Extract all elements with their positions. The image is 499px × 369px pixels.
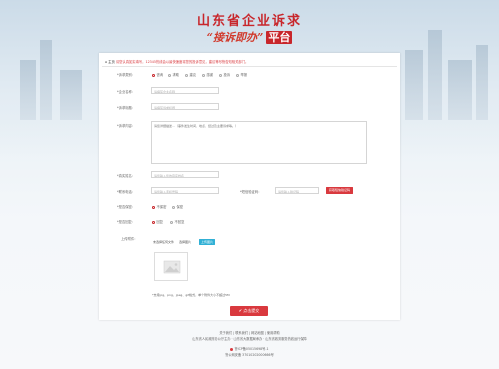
- radio-checked-icon: [152, 220, 155, 224]
- radio-icon: [168, 73, 171, 77]
- skyline-building: [448, 60, 472, 120]
- radio-icon: [219, 73, 222, 77]
- site-header: 山东省企业诉求 “接诉即办” 平台: [0, 10, 499, 45]
- reply-label: *是否回复：: [117, 220, 136, 224]
- public-option-no[interactable]: 不保密: [152, 204, 166, 209]
- type-option-report[interactable]: 举报: [236, 72, 247, 77]
- reply-option-no[interactable]: 不回复: [170, 219, 184, 224]
- skyline-building: [40, 40, 52, 120]
- type-option-help[interactable]: 求助: [168, 72, 179, 77]
- reply-option-yes[interactable]: 回复: [152, 219, 163, 224]
- company-input[interactable]: 请填写企业名称: [151, 87, 219, 94]
- image-placeholder-icon: [163, 260, 181, 274]
- type-option-thanks[interactable]: 感谢: [202, 72, 213, 77]
- radio-icon: [236, 73, 239, 77]
- name-input[interactable]: 请您输入您的真实姓名: [151, 171, 219, 178]
- type-option-suggest[interactable]: 建议: [185, 72, 196, 77]
- public-label: *是否保密：: [117, 205, 136, 209]
- header-title-slogan: “接诉即办”: [206, 31, 264, 44]
- phone-label: *联系电话：: [117, 190, 136, 194]
- sms-code-label: *短信验证码：: [240, 190, 262, 194]
- breadcrumb-notice: 请您认真如实填写，12345热线会以最快速度将您的投诉意见，建议等尽快告知相关部…: [115, 60, 249, 64]
- radio-checked-icon: [152, 73, 155, 77]
- upload-image-button[interactable]: 上传图片: [199, 239, 216, 245]
- subject-input[interactable]: 请填写诉求标题: [151, 103, 219, 110]
- content-label: *诉求内容：: [117, 124, 136, 128]
- type-option-complain[interactable]: 投诉: [219, 72, 230, 77]
- skyline-building: [476, 45, 488, 120]
- file-picker: 未选择任何文件 选择图片 上传图片: [153, 237, 221, 247]
- breadcrumb-home[interactable]: 主页: [108, 60, 115, 64]
- radio-icon: [185, 73, 188, 77]
- radio-icon: [172, 205, 175, 209]
- phone-input[interactable]: 请您输入手机号码: [151, 187, 219, 194]
- file-none-text: 未选择任何文件: [153, 240, 175, 244]
- type-option-consult[interactable]: 咨询: [152, 72, 163, 77]
- skyline-building: [405, 50, 423, 120]
- home-icon: ⌂: [105, 60, 108, 64]
- divider: [102, 66, 397, 67]
- skyline-building: [60, 70, 82, 120]
- company-label: *企业名称：: [117, 90, 136, 94]
- choose-image-button[interactable]: 选择图片: [179, 240, 191, 244]
- subject-label: *诉求标题：: [117, 106, 136, 110]
- type-label: *诉求类别：: [117, 73, 136, 77]
- header-title-platform: 平台: [266, 31, 293, 44]
- footer-security: 鲁公网安备 37010202000666号: [225, 353, 274, 357]
- footer-links[interactable]: 关于我们 | 联系我们 | 网站地图 | 使用帮助: [0, 330, 499, 335]
- header-title-main: 山东省企业诉求: [196, 14, 302, 29]
- public-option-yes[interactable]: 保密: [172, 204, 183, 209]
- name-label: *真实姓名：: [117, 174, 136, 178]
- footer-organizer: 山东省人民政府办公厅主办 · 山东省大数据局承办 · 山东省政务服务热线运行保障: [192, 337, 307, 341]
- radio-icon: [170, 220, 173, 224]
- complaint-form-panel: ⌂ 主页 请您认真如实填写，12345热线会以最快速度将您的投诉意见，建议等尽快…: [99, 53, 400, 320]
- sms-code-input[interactable]: 请您输入验证码: [275, 187, 319, 194]
- get-sms-code-button[interactable]: 获取短信验证码: [326, 187, 353, 194]
- skyline-building: [20, 60, 36, 120]
- image-preview: [154, 252, 188, 281]
- breadcrumb: ⌂ 主页 请您认真如实填写，12345热线会以最快速度将您的投诉意见，建议等尽快…: [105, 59, 248, 64]
- upload-hint: *支持jpg、png、jpeg、gif格式，单个附件大小不超过5M: [152, 293, 230, 297]
- radio-icon: [202, 73, 205, 77]
- submit-button[interactable]: ✔ 点击提交: [230, 306, 268, 316]
- footer-icp: 鲁ICP备05015698号-1: [0, 346, 499, 351]
- content-textarea[interactable]: [151, 121, 367, 164]
- header-title-sub: “接诉即办” 平台: [0, 29, 499, 45]
- radio-checked-icon: [152, 205, 155, 209]
- upload-label: 上传附件：: [121, 237, 138, 241]
